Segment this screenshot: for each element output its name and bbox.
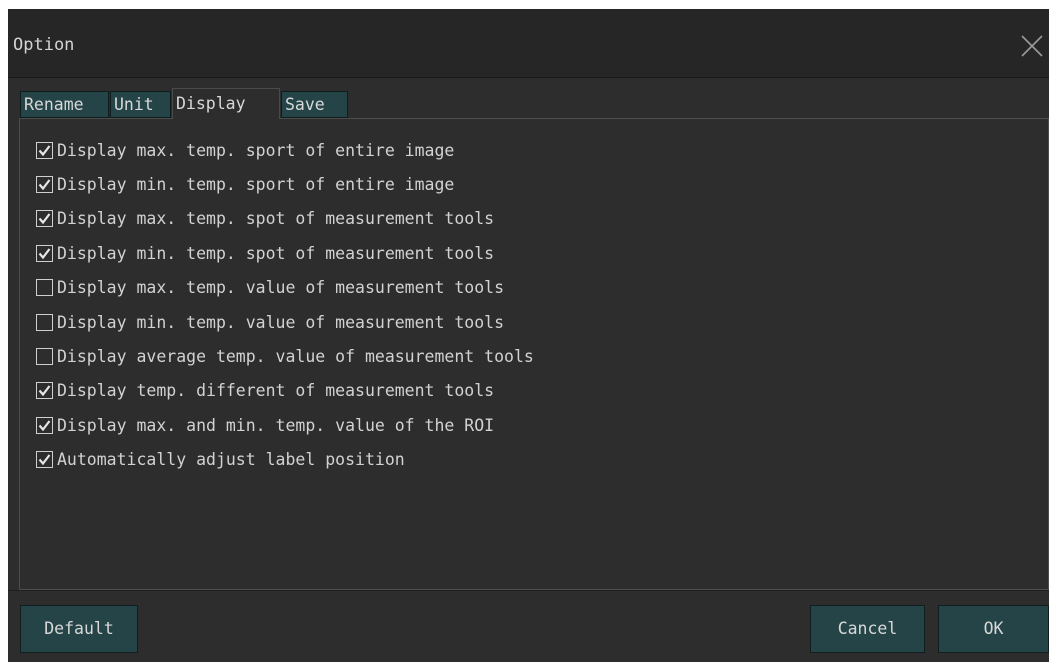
tab-save[interactable]: Save bbox=[281, 91, 348, 118]
option-label: Display max. and min. temp. value of the… bbox=[57, 415, 495, 435]
option-label: Display max. temp. sport of entire image bbox=[57, 140, 455, 160]
checkmark-icon bbox=[38, 420, 51, 432]
option-temp-different-measurement-tools[interactable]: Display temp. different of measurement t… bbox=[36, 374, 534, 408]
option-average-temp-value-measurement-tools[interactable]: Display average temp. value of measureme… bbox=[36, 339, 534, 373]
option-label: Display average temp. value of measureme… bbox=[57, 347, 534, 367]
dialog-footer: Default Cancel OK bbox=[8, 590, 1049, 662]
option-dialog: Option Rename Unit Display Save Display … bbox=[8, 9, 1049, 662]
option-min-temp-value-measurement-tools[interactable]: Display min. temp. value of measurement … bbox=[36, 305, 534, 339]
checkbox[interactable] bbox=[36, 382, 53, 400]
checkbox[interactable] bbox=[36, 244, 53, 262]
option-max-temp-spot-entire-image[interactable]: Display max. temp. sport of entire image bbox=[36, 133, 534, 167]
ok-button[interactable]: OK bbox=[938, 605, 1049, 653]
checkmark-icon bbox=[38, 213, 51, 225]
checkbox[interactable] bbox=[36, 348, 53, 366]
option-auto-adjust-label-position[interactable]: Automatically adjust label position bbox=[36, 443, 534, 477]
option-label: Display min. temp. value of measurement … bbox=[57, 312, 505, 332]
option-label: Automatically adjust label position bbox=[57, 450, 405, 470]
option-list: Display max. temp. sport of entire image… bbox=[36, 133, 534, 477]
cancel-button[interactable]: Cancel bbox=[810, 605, 925, 653]
option-max-min-temp-value-roi[interactable]: Display max. and min. temp. value of the… bbox=[36, 408, 534, 442]
checkbox[interactable] bbox=[36, 313, 53, 331]
checkmark-icon bbox=[38, 145, 51, 156]
checkmark-icon bbox=[38, 454, 51, 466]
checkbox[interactable] bbox=[36, 279, 53, 297]
option-label: Display max. temp. spot of measurement t… bbox=[57, 209, 495, 229]
option-max-temp-spot-measurement-tools[interactable]: Display max. temp. spot of measurement t… bbox=[36, 202, 534, 236]
option-label: Display max. temp. value of measurement … bbox=[57, 278, 505, 298]
checkbox[interactable] bbox=[36, 416, 53, 434]
default-button[interactable]: Default bbox=[20, 605, 138, 653]
option-min-temp-spot-entire-image[interactable]: Display min. temp. sport of entire image bbox=[36, 167, 534, 201]
checkmark-icon bbox=[38, 248, 51, 260]
tab-display[interactable]: Display bbox=[172, 88, 280, 119]
checkbox[interactable] bbox=[36, 176, 53, 194]
display-options-panel: Display max. temp. sport of entire image… bbox=[19, 118, 1049, 590]
title-bar: Option bbox=[8, 9, 1049, 78]
close-icon[interactable] bbox=[1019, 33, 1045, 59]
tab-unit[interactable]: Unit bbox=[110, 91, 171, 118]
dialog-title: Option bbox=[13, 35, 75, 55]
option-label: Display min. temp. sport of entire image bbox=[57, 175, 455, 195]
checkmark-icon bbox=[38, 385, 51, 397]
option-max-temp-value-measurement-tools[interactable]: Display max. temp. value of measurement … bbox=[36, 271, 534, 305]
checkbox[interactable] bbox=[36, 210, 53, 228]
checkbox[interactable] bbox=[36, 451, 53, 469]
checkmark-icon bbox=[38, 179, 51, 191]
option-label: Display temp. different of measurement t… bbox=[57, 381, 495, 401]
option-label: Display min. temp. spot of measurement t… bbox=[57, 243, 495, 263]
tab-rename[interactable]: Rename bbox=[20, 91, 109, 118]
checkbox[interactable] bbox=[36, 141, 53, 159]
option-min-temp-spot-measurement-tools[interactable]: Display min. temp. spot of measurement t… bbox=[36, 236, 534, 270]
